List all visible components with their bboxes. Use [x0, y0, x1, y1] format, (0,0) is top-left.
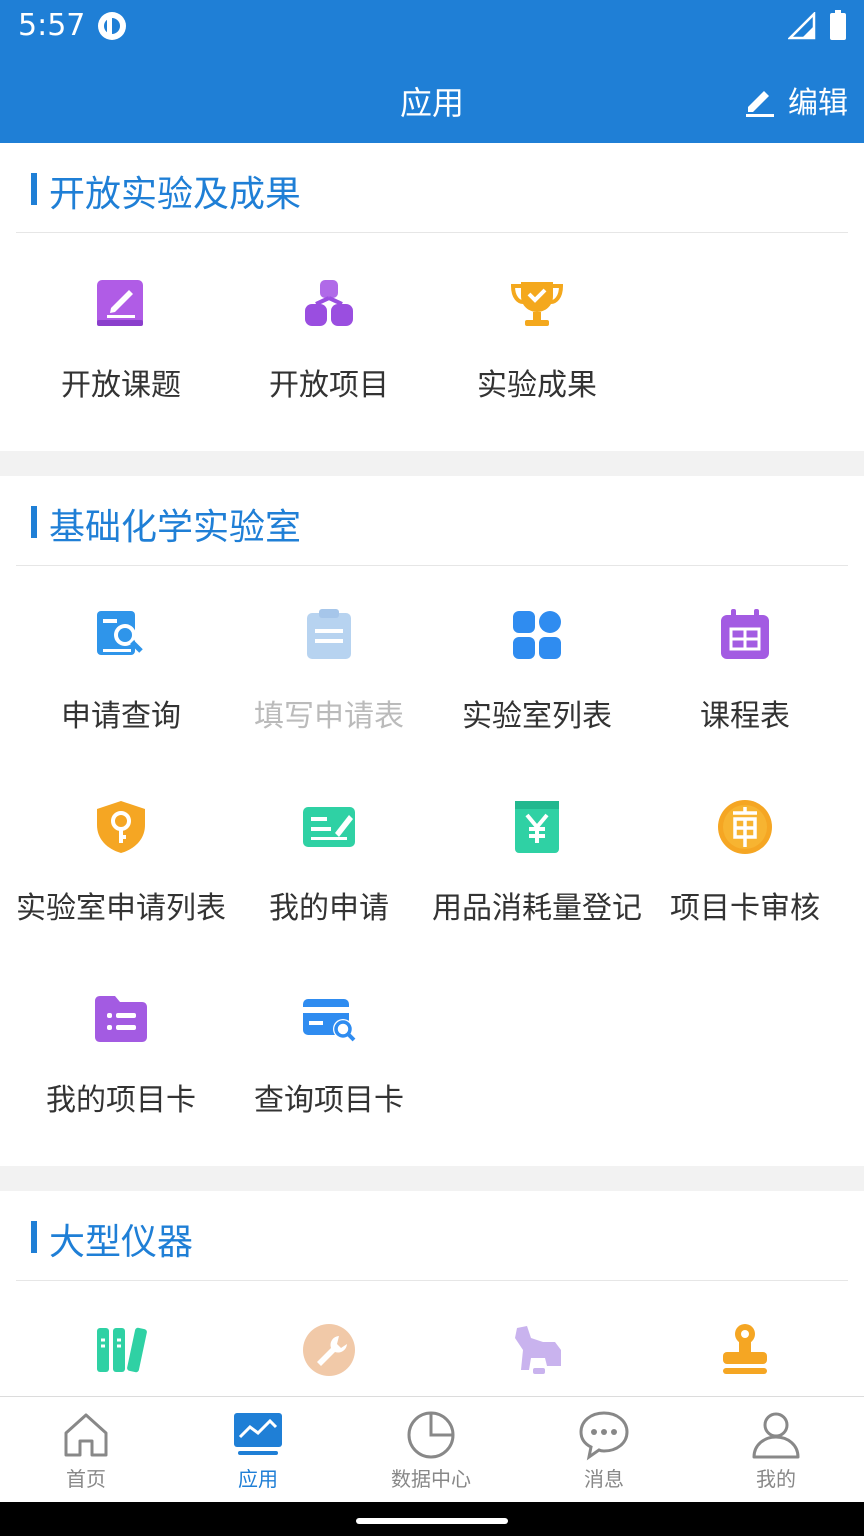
signal-icon — [788, 12, 816, 40]
clipboard-icon — [307, 609, 351, 659]
section-title: 大型仪器 — [49, 1222, 194, 1263]
app-item-label: 用品消耗量登记 — [432, 891, 642, 926]
battery-icon — [830, 10, 846, 40]
tab-profile[interactable]: 我的 — [690, 1397, 862, 1503]
app-item-label: 开放项目 — [269, 368, 389, 403]
chat-bubble-icon — [579, 1411, 629, 1461]
shield-key-icon — [97, 801, 145, 853]
bottom-tab-bar: 首页 应用 数据中心 消息 我的 — [0, 1396, 864, 1502]
calendar-icon — [721, 609, 769, 659]
app-item-label: 查询项目卡 — [254, 1083, 404, 1118]
search-document-icon — [97, 611, 143, 655]
page-title: 应用 — [399, 84, 464, 122]
status-time: 5:57 — [18, 8, 86, 43]
pencil-icon — [746, 91, 774, 117]
user-icon — [752, 1412, 800, 1459]
app-item-instrument-3[interactable] — [429, 1320, 645, 1380]
app-header: 应用 编辑 — [0, 52, 864, 143]
signature-card-icon — [303, 807, 355, 847]
status-bar: 5:57 — [0, 0, 864, 52]
app-item-label: 申请查询 — [61, 699, 181, 734]
app-item-query-project-cards[interactable]: 查询项目卡 — [221, 989, 437, 1119]
app-item-lab-list[interactable]: 实验室列表 — [429, 605, 645, 735]
app-item-supply-consumption[interactable]: 用品消耗量登记 — [429, 797, 645, 927]
hierarchy-icon — [305, 280, 353, 326]
app-item-instrument-4[interactable] — [637, 1320, 853, 1380]
home-gesture-handle[interactable] — [356, 1518, 508, 1524]
chart-screen-icon — [234, 1413, 282, 1455]
wrench-icon — [303, 1324, 355, 1376]
tab-home[interactable]: 首页 — [0, 1397, 172, 1503]
edit-book-icon — [97, 280, 143, 326]
tab-label: 应用 — [238, 1467, 278, 1491]
books-icon — [97, 1327, 147, 1373]
pie-chart-icon — [407, 1411, 455, 1459]
app-item-my-applications[interactable]: 我的申请 — [221, 797, 437, 927]
app-item-instrument-2[interactable] — [221, 1320, 437, 1380]
app-indicator-icon — [98, 12, 126, 40]
app-item-label: 实验室列表 — [462, 699, 612, 734]
app-item-instrument-1[interactable] — [13, 1320, 229, 1380]
section-chemistry-lab: 基础化学实验室 申请查询 填写申请表 实验室列表 课程表 实验室申请列表 我的申… — [0, 476, 864, 1166]
section-open-experiments: 开放实验及成果 开放课题 开放项目 实验成果 — [0, 143, 864, 451]
section-header: 大型仪器 — [16, 1191, 848, 1281]
app-item-label: 项目卡审核 — [670, 891, 820, 926]
card-search-icon — [303, 999, 356, 1042]
app-item-label: 我的申请 — [269, 891, 389, 926]
edit-button[interactable]: 编辑 — [742, 78, 848, 122]
approval-badge-icon — [718, 800, 772, 854]
app-item-label: 开放课题 — [61, 368, 181, 403]
section-header: 开放实验及成果 — [16, 143, 848, 233]
section-large-instruments: 大型仪器 — [0, 1191, 864, 1396]
home-icon — [64, 1413, 108, 1457]
edit-label: 编辑 — [788, 86, 848, 121]
app-item-fill-application[interactable]: 填写申请表 — [221, 605, 437, 735]
app-item-label: 实验室申请列表 — [16, 891, 226, 926]
app-item-open-topics[interactable]: 开放课题 — [13, 274, 229, 404]
tab-label: 我的 — [756, 1467, 796, 1491]
app-item-my-project-cards[interactable]: 我的项目卡 — [13, 989, 229, 1119]
app-item-schedule[interactable]: 课程表 — [637, 605, 853, 735]
system-nav-bar — [0, 1502, 864, 1536]
app-item-label: 实验成果 — [477, 368, 597, 403]
section-accent-bar — [31, 173, 37, 205]
section-header: 基础化学实验室 — [16, 476, 848, 566]
app-item-card-review[interactable]: 项目卡审核 — [637, 797, 853, 927]
section-title: 基础化学实验室 — [49, 507, 302, 548]
tab-data-center[interactable]: 数据中心 — [345, 1397, 517, 1503]
section-accent-bar — [31, 506, 37, 538]
app-item-label: 填写申请表 — [254, 699, 404, 734]
tab-apps[interactable]: 应用 — [172, 1397, 344, 1503]
app-item-experiment-results[interactable]: 实验成果 — [429, 274, 645, 404]
app-item-lab-application-list[interactable]: 实验室申请列表 — [13, 797, 229, 927]
tab-messages[interactable]: 消息 — [518, 1397, 690, 1503]
tab-label: 首页 — [66, 1467, 106, 1491]
section-title: 开放实验及成果 — [49, 174, 302, 215]
yen-receipt-icon — [515, 801, 559, 853]
trophy-icon — [510, 282, 564, 326]
app-item-open-projects[interactable]: 开放项目 — [221, 274, 437, 404]
microscope-icon — [515, 1326, 561, 1374]
tab-label: 消息 — [584, 1467, 624, 1491]
section-accent-bar — [31, 1221, 37, 1253]
tab-label: 数据中心 — [391, 1467, 471, 1491]
app-item-label: 我的项目卡 — [46, 1083, 196, 1118]
app-item-application-query[interactable]: 申请查询 — [13, 605, 229, 735]
stamp-icon — [723, 1324, 767, 1374]
app-item-label: 课程表 — [700, 699, 790, 734]
apps-grid-icon — [513, 611, 561, 659]
folder-list-icon — [95, 996, 147, 1042]
